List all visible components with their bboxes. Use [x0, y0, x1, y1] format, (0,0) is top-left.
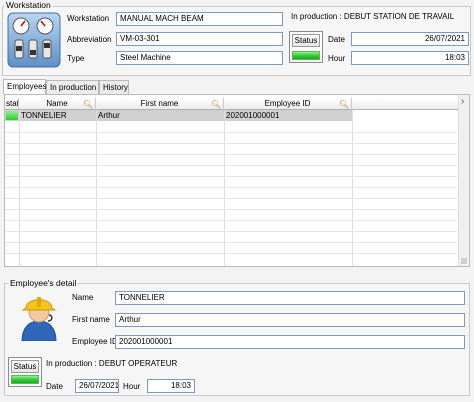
employee-status-indicator	[11, 375, 39, 384]
magnifier-icon[interactable]: 🔍︎	[83, 99, 93, 109]
workstation-field[interactable]: MANUAL MACH BEAM	[116, 12, 283, 26]
workstation-label: Workstation	[67, 14, 110, 23]
workstation-in-production: In production : DEBUT STATION DE TRAVAIL	[291, 12, 455, 21]
employee-in-production: In production : DEBUT OPERATEUR	[46, 359, 178, 368]
workstation-status-indicator	[292, 51, 320, 60]
employee-hour-field[interactable]: 18:03	[147, 379, 195, 393]
worker-hardhat-icon	[18, 291, 60, 342]
grid-line	[5, 154, 457, 155]
workstation-status-box: Status	[289, 31, 323, 63]
employee-detail-section-title: Employee's detail	[8, 278, 79, 288]
grid-line	[5, 231, 457, 232]
scroll-down-marker[interactable]	[461, 258, 467, 264]
grid-line	[5, 198, 457, 199]
column-header-name-label: Name	[46, 99, 68, 108]
column-header-status[interactable]: statu	[5, 98, 19, 110]
grid-line	[5, 132, 457, 133]
employee-date-field[interactable]: 26/07/2021	[75, 379, 119, 393]
abbreviation-label: Abbreviation	[67, 35, 112, 44]
type-label: Type	[67, 54, 85, 63]
row-employee-id: 202001000001	[226, 111, 280, 120]
grid-line	[5, 176, 457, 177]
employee-first-name-field[interactable]: Arthur	[115, 313, 465, 327]
employee-name-field[interactable]: TONNELIER	[115, 291, 465, 305]
workstation-date-label: Date	[328, 35, 345, 44]
employee-id-label: Employee ID	[72, 337, 118, 346]
row-name: TONNELIER	[21, 111, 67, 120]
column-header-employee-id-label: Employee ID	[264, 99, 311, 108]
grid-line	[5, 143, 457, 144]
scroll-right-icon[interactable]: ›	[461, 97, 464, 107]
employee-first-name-label: First name	[72, 315, 110, 324]
grid-line	[5, 187, 457, 188]
control-panel-icon	[7, 12, 61, 68]
row-status-indicator	[6, 111, 18, 120]
workstation-section-title: Workstation	[4, 0, 53, 10]
workstation-date-field[interactable]: 26/07/2021	[351, 32, 469, 46]
workstation-hour-label: Hour	[328, 54, 346, 63]
column-header-name[interactable]: Name 🔍︎	[19, 98, 96, 110]
employees-table: statu Name 🔍︎ First name 🔍︎ Employee ID …	[4, 94, 470, 267]
employee-status-box: Status	[8, 357, 42, 387]
employee-id-field[interactable]: 202001000001	[115, 335, 465, 349]
grid-line	[5, 165, 457, 166]
grid-line	[5, 220, 457, 221]
grid-line	[5, 253, 457, 254]
grid-line	[5, 209, 457, 210]
tab-history[interactable]: History	[99, 80, 129, 94]
type-field[interactable]: Steel Machine	[116, 51, 283, 65]
magnifier-icon[interactable]: 🔍︎	[339, 99, 349, 109]
employee-name-label: Name	[72, 293, 94, 302]
workstation-status-button[interactable]: Status	[292, 34, 320, 47]
column-header-first-name[interactable]: First name 🔍︎	[96, 98, 224, 110]
tab-employees[interactable]: Employees	[3, 79, 47, 94]
abbreviation-field[interactable]: VM-03-301	[116, 32, 283, 46]
column-header-filler	[352, 98, 459, 110]
column-header-employee-id[interactable]: Employee ID 🔍︎	[224, 98, 352, 110]
employee-hour-label: Hour	[123, 382, 141, 391]
magnifier-icon[interactable]: 🔍︎	[211, 99, 221, 109]
tab-in-production[interactable]: In production	[46, 80, 99, 94]
row-first-name: Arthur	[98, 111, 120, 120]
column-header-first-name-label: First name	[140, 99, 179, 108]
grid-line	[5, 242, 457, 243]
employee-date-label: Date	[46, 382, 63, 391]
vertical-scrollbar[interactable]: ›	[458, 95, 469, 266]
workstation-hour-field[interactable]: 18:03	[351, 51, 469, 65]
employee-status-button[interactable]: Status	[11, 360, 39, 373]
